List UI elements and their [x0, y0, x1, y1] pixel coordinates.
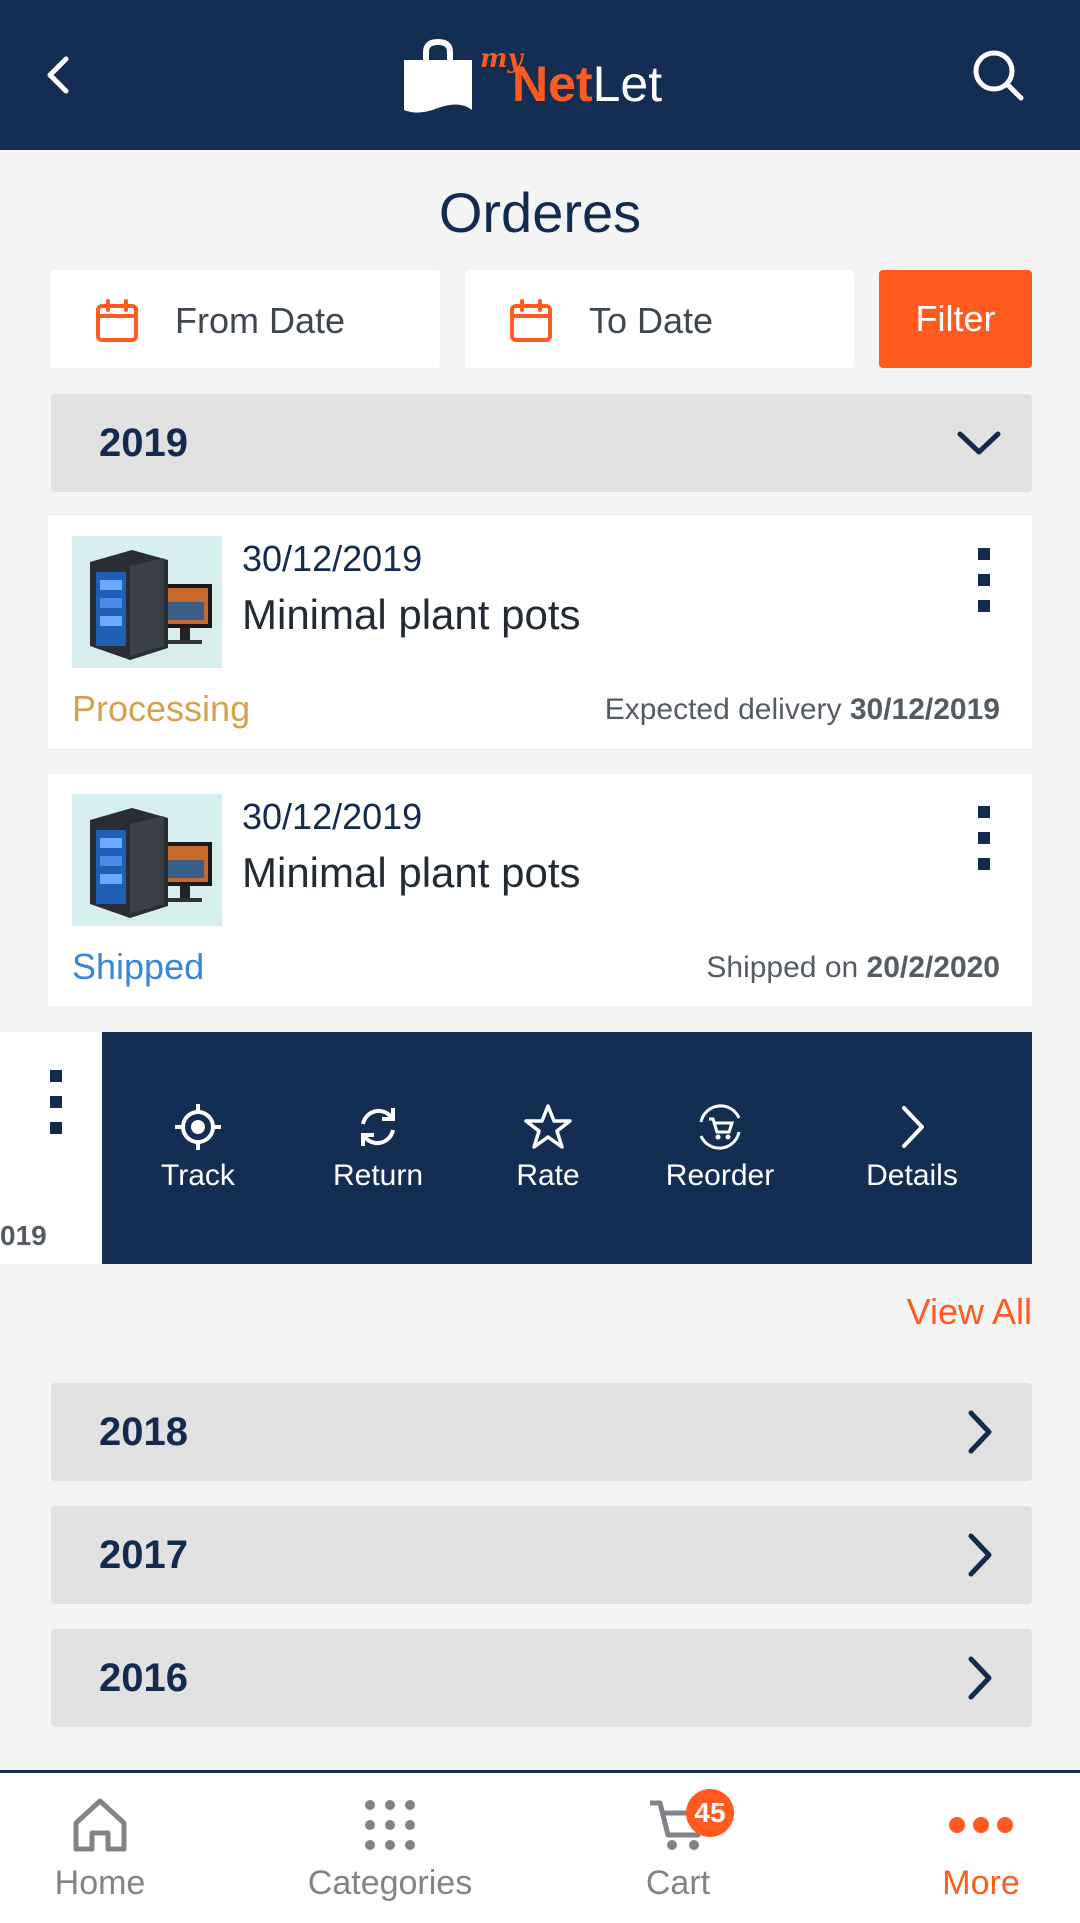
calendar-icon: [510, 299, 552, 342]
desktop-computer-image: [90, 808, 212, 918]
order-actions-panel: Track Return Rate Reorder Details: [102, 1032, 1032, 1264]
return-label: Return: [332, 1159, 424, 1192]
chevron-right-icon: [968, 1410, 992, 1454]
calendar-icon: [96, 299, 138, 342]
order-status: Processing: [72, 688, 251, 729]
shipping-info: Shipped on 20/2/2020: [706, 950, 1000, 986]
logo-let: Let: [592, 56, 663, 112]
return-action[interactable]: Return: [298, 1102, 458, 1194]
details-label: Details: [866, 1159, 958, 1192]
from-date-label: From Date: [175, 300, 346, 341]
chevron-right-icon: [968, 1656, 992, 1700]
desktop-computer-image: [90, 550, 212, 660]
nav-categories[interactable]: Categories: [280, 1793, 500, 1903]
shipping-date: 20/2/2020: [866, 951, 1000, 984]
nav-home[interactable]: Home: [0, 1793, 210, 1903]
year-section-2018[interactable]: 2018: [51, 1383, 1032, 1481]
page-title: Orderes: [438, 181, 642, 244]
order-date-fragment: 019: [0, 1220, 47, 1251]
product-thumbnail: [72, 536, 222, 668]
star-icon: [524, 1104, 572, 1149]
year-label: 2017: [99, 1533, 188, 1577]
bottom-navigation: Home Categories 45 Cart More: [0, 1770, 1080, 1923]
grid-dots-icon: [365, 1800, 415, 1850]
more-options-icon[interactable]: [974, 546, 994, 616]
nav-home-label: Home: [54, 1864, 146, 1902]
nav-cart-label: Cart: [645, 1864, 711, 1902]
year-label: 2019: [99, 421, 188, 465]
delivery-info: Expected delivery 30/12/2019: [605, 692, 1000, 728]
nav-categories-label: Categories: [307, 1864, 473, 1902]
nav-more-label: More: [942, 1864, 1020, 1902]
order-card[interactable]: 30/12/2019 Minimal plant pots Processing…: [48, 516, 1032, 748]
product-thumbnail: [72, 794, 222, 926]
back-button[interactable]: [30, 45, 90, 105]
search-icon: [973, 50, 1024, 101]
nav-cart[interactable]: 45 Cart: [568, 1789, 788, 1903]
app-logo: my NetLet: [400, 38, 690, 118]
reorder-label: Reorder: [665, 1159, 775, 1192]
order-status: Shipped: [72, 946, 205, 987]
more-options-icon[interactable]: [46, 1068, 66, 1138]
target-icon: [175, 1104, 221, 1150]
year-label: 2016: [99, 1656, 188, 1700]
order-card[interactable]: 30/12/2019 Minimal plant pots Shipped Sh…: [48, 774, 1032, 1006]
track-action[interactable]: Track: [118, 1102, 278, 1194]
delivery-date: 30/12/2019: [849, 693, 1000, 726]
shipping-label: Shipped on: [706, 951, 867, 984]
year-section-2017[interactable]: 2017: [51, 1506, 1032, 1604]
more-options-icon[interactable]: [974, 804, 994, 874]
swiped-order-card[interactable]: 019: [0, 1032, 102, 1264]
order-date: 30/12/2019: [242, 538, 423, 579]
cart-count-badge: 45: [686, 1789, 734, 1837]
details-action[interactable]: Details: [832, 1102, 992, 1194]
chevron-right-icon: [902, 1106, 924, 1148]
refresh-icon: [361, 1108, 395, 1146]
logo-net: Net: [512, 56, 593, 112]
to-date-field[interactable]: To Date: [465, 270, 854, 368]
reorder-action[interactable]: Reorder: [640, 1102, 800, 1194]
shopping-bag-icon: [404, 38, 472, 113]
year-section-2016[interactable]: 2016: [51, 1629, 1032, 1727]
year-section-2019[interactable]: 2019: [51, 394, 1032, 492]
top-app-bar: my NetLet: [0, 0, 1080, 150]
order-date: 30/12/2019: [242, 796, 423, 837]
track-label: Track: [161, 1159, 235, 1192]
delivery-label: Expected delivery: [604, 693, 850, 726]
logo-wordmark: NetLet: [512, 54, 662, 114]
rate-action[interactable]: Rate: [468, 1102, 628, 1194]
year-label: 2018: [99, 1410, 188, 1454]
to-date-label: To Date: [589, 300, 714, 341]
filter-button[interactable]: Filter: [879, 270, 1032, 368]
search-button[interactable]: [968, 45, 1028, 105]
chevron-down-icon: [957, 431, 1001, 455]
cart-refresh-icon: [699, 1104, 741, 1150]
home-icon: [73, 1798, 127, 1852]
chevron-right-icon: [968, 1533, 992, 1577]
chevron-left-icon: [47, 56, 69, 94]
rate-label: Rate: [516, 1159, 580, 1192]
view-all-link[interactable]: View All: [907, 1290, 1032, 1334]
more-dots-icon: [949, 1817, 1013, 1833]
order-product-name: Minimal plant pots: [242, 591, 581, 638]
from-date-field[interactable]: From Date: [51, 270, 440, 368]
order-product-name: Minimal plant pots: [242, 849, 581, 896]
nav-more[interactable]: More: [871, 1793, 1080, 1903]
